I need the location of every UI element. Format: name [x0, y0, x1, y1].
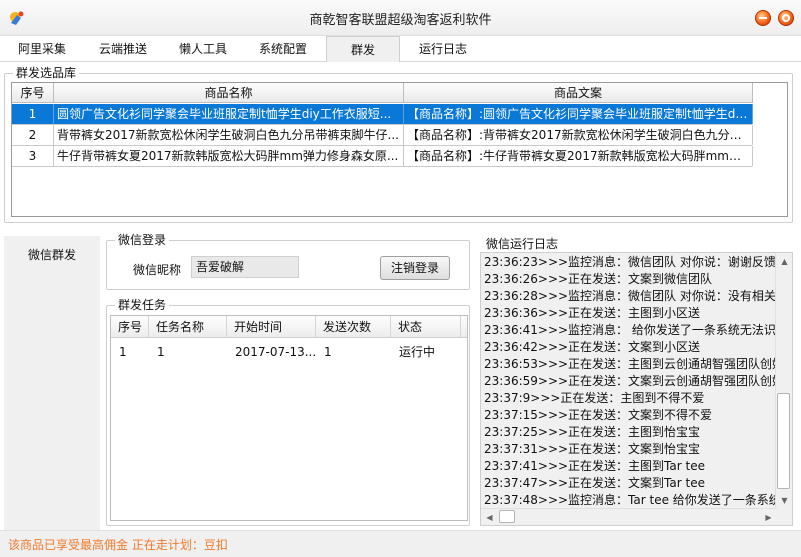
tab-mass-send[interactable]: 群发 [326, 36, 400, 62]
task-column-status[interactable]: 状态 [391, 316, 461, 338]
nickname-label: 微信昵称 [133, 263, 182, 277]
log-line: 23:36:23>>>监控消息：微信团队 对你说：谢谢反馈 [484, 255, 776, 269]
scroll-right-icon[interactable]: ▶ [760, 509, 777, 525]
task-row-status: 运行中 [399, 345, 436, 359]
scroll-down-icon[interactable]: ▼ [776, 492, 792, 509]
log-vertical-scrollbar[interactable]: ▲ ▼ [775, 253, 792, 509]
close-button[interactable] [778, 10, 794, 26]
log-line: 23:36:26>>>正在发送：文案到微信团队 [484, 272, 713, 286]
log-line: 23:37:9>>>正在发送：主图到不得不爱 [484, 391, 705, 405]
tab-system-config[interactable]: 系统配置 [248, 36, 318, 62]
title-bar: 商乾智客联盟超级淘客返利软件 [0, 0, 801, 36]
row-no: 1 [12, 104, 54, 124]
row-name: 圆领广告文化衫同学聚会毕业班服定制t恤学生diy工作衣服短... [54, 104, 404, 124]
log-line: 23:36:59>>>正在发送：文案到云创通胡智强团队创始 [484, 374, 776, 388]
table-row[interactable]: 1 圆领广告文化衫同学聚会毕业班服定制t恤学生diy工作衣服短... 【商品名称… [12, 104, 753, 125]
window-title: 商乾智客联盟超级淘客返利软件 [309, 13, 492, 28]
column-header-name[interactable]: 商品名称 [54, 83, 404, 103]
task-row-name: 1 [157, 345, 165, 359]
log-line: 23:37:15>>>正在发送：文案到不得不爱 [484, 408, 713, 422]
wechat-login-legend: 微信登录 [115, 233, 170, 247]
task-row-start: 2017-07-13... [235, 345, 317, 359]
scroll-up-icon[interactable]: ▲ [776, 253, 792, 270]
nickname-field[interactable]: 吾爱破解 [191, 256, 299, 278]
log-line: 23:36:42>>>正在发送：文案到小区送 [484, 340, 701, 354]
task-column-start[interactable]: 开始时间 [227, 316, 316, 338]
status-bar: 该商品已享受最高佣金 正在走计划：豆扣 [0, 530, 801, 557]
log-horizontal-scrollbar[interactable]: ◀ ▶ [481, 508, 777, 525]
table-row[interactable]: 2 背带裤女2017新款宽松休闲学生破洞白色九分吊带裤束脚牛仔... 【商品名称… [12, 125, 753, 146]
table-row[interactable]: 3 牛仔背带裤女夏2017新款韩版宽松大码胖mm弹力修身森女原... 【商品名称… [12, 146, 753, 167]
scroll-left-icon[interactable]: ◀ [481, 509, 498, 525]
nav-item-wechat-mass-send[interactable]: 微信群发 [4, 246, 100, 263]
status-text: 该商品已享受最高佣金 正在走计划：豆扣 [8, 538, 228, 552]
tab-lazy-tools[interactable]: 懒人工具 [168, 36, 238, 62]
row-name: 牛仔背带裤女夏2017新款韩版宽松大码胖mm弹力修身森女原... [54, 146, 404, 166]
product-table: 序号 商品名称 商品文案 1 圆领广告文化衫同学聚会毕业班服定制t恤学生diy工… [11, 82, 788, 217]
horizontal-scroll-thumb[interactable] [499, 510, 515, 523]
log-line: 23:37:25>>>正在发送：主图到怡宝宝 [484, 425, 701, 439]
minimize-icon [759, 17, 767, 19]
row-copy: 【商品名称】:背带裤女2017新款宽松休闲学生破洞白色九分吊... [404, 125, 753, 145]
task-legend: 群发任务 [115, 298, 170, 312]
column-header-copy[interactable]: 商品文案 [404, 83, 753, 103]
task-column-no[interactable]: 序号 [111, 316, 149, 338]
row-copy: 【商品名称】:圆领广告文化衫同学聚会毕业班服定制t恤学生di... [404, 104, 753, 124]
wechat-log-box: 23:36:23>>>监控消息：微信团队 对你说：谢谢反馈 23:36:26>>… [480, 252, 793, 526]
main-tabs: 阿里采集 云端推送 懒人工具 系统配置 群发 运行日志 [0, 36, 801, 62]
log-line: 23:37:41>>>正在发送：主图到Tar tee [484, 459, 705, 473]
left-nav: 微信群发 [4, 236, 100, 530]
log-line: 23:37:48>>>监控消息：Tar tee 给你发送了一条系统 [484, 493, 776, 507]
task-column-count[interactable]: 发送次数 [316, 316, 391, 338]
column-header-no[interactable]: 序号 [12, 83, 54, 103]
task-table: 序号 任务名称 开始时间 发送次数 状态 1 1 2017-07-13... 1… [110, 315, 468, 521]
log-line: 23:36:41>>>监控消息： 给你发送了一条系统无法识别 [484, 323, 776, 337]
minimize-button[interactable] [755, 10, 771, 26]
task-table-header: 序号 任务名称 开始时间 发送次数 状态 [111, 316, 467, 338]
product-library-legend: 群发选品库 [13, 66, 80, 80]
close-icon [782, 14, 790, 22]
task-row-no: 1 [119, 345, 127, 359]
row-name: 背带裤女2017新款宽松休闲学生破洞白色九分吊带裤束脚牛仔... [54, 125, 404, 145]
vertical-scroll-thumb[interactable] [777, 393, 790, 489]
tab-cloud-push[interactable]: 云端推送 [88, 36, 158, 62]
log-line: 23:36:36>>>正在发送：主图到小区送 [484, 306, 701, 320]
tab-run-log[interactable]: 运行日志 [408, 36, 478, 62]
task-row-count: 1 [324, 345, 332, 359]
row-no: 3 [12, 146, 54, 166]
row-copy: 【商品名称】:牛仔背带裤女夏2017新款韩版宽松大码胖mm弹... [404, 146, 753, 166]
product-table-header: 序号 商品名称 商品文案 [12, 83, 753, 103]
logout-button[interactable]: 注销登录 [380, 256, 450, 280]
log-legend: 微信运行日志 [486, 237, 559, 251]
tab-ali-collect[interactable]: 阿里采集 [8, 36, 76, 62]
log-line: 23:37:47>>>正在发送：文案到Tar tee [484, 476, 705, 490]
row-no: 2 [12, 125, 54, 145]
log-line: 23:36:53>>>正在发送：主图到云创通胡智强团队创始 [484, 357, 776, 371]
log-line: 23:37:31>>>正在发送：文案到怡宝宝 [484, 442, 701, 456]
task-column-name[interactable]: 任务名称 [149, 316, 227, 338]
log-line: 23:36:28>>>监控消息：微信团队 对你说：没有相关内 [484, 289, 776, 303]
